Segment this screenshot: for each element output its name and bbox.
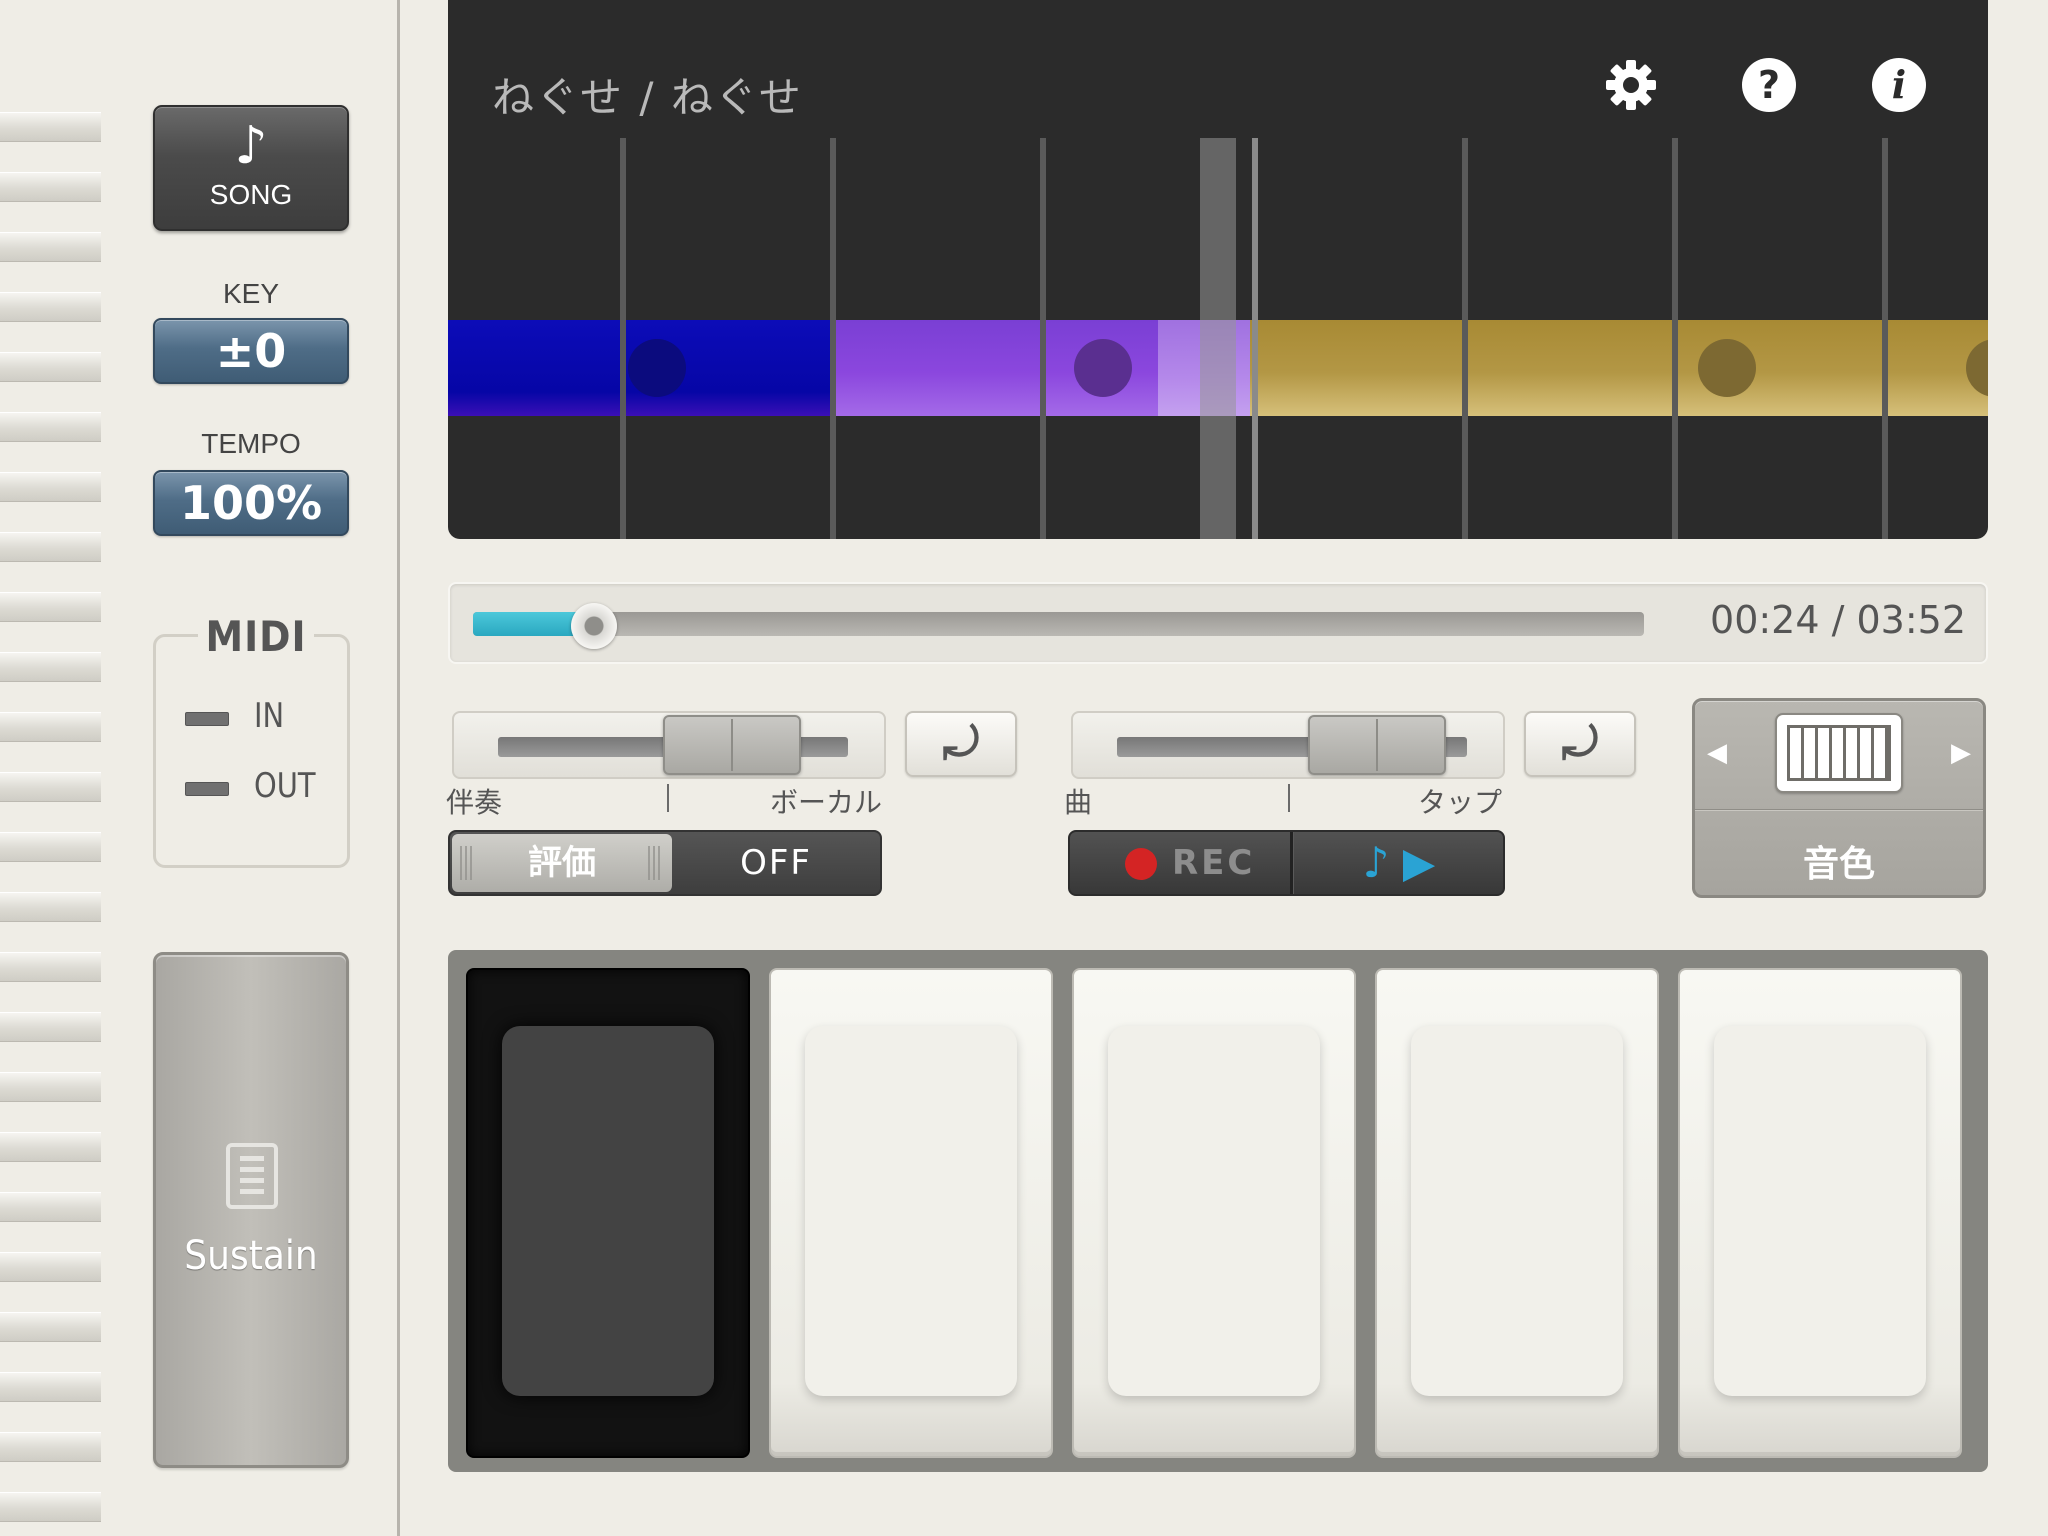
song-button-label: SONG — [209, 179, 293, 210]
voice-next-arrow-icon[interactable]: ▶ — [1949, 735, 1973, 771]
beat-dot — [1074, 339, 1132, 397]
tempo-value[interactable]: 100% — [153, 470, 349, 536]
center-tick — [1288, 784, 1290, 812]
voice-selector[interactable]: ◀ ▶ 音色 — [1692, 698, 1986, 898]
divider — [1695, 809, 1983, 811]
play-recording-button[interactable]: ♪ ▶ — [1294, 832, 1503, 894]
beat-line — [1672, 138, 1678, 539]
score-label: 評価 — [528, 843, 596, 883]
tempo-label: TEMPO — [201, 428, 301, 459]
balance-reset-button[interactable]: ⤾ — [1524, 711, 1636, 777]
pad-area — [448, 950, 1988, 1472]
help-icon[interactable]: ? — [1742, 58, 1796, 112]
slider-thumb[interactable] — [1308, 715, 1446, 775]
sustain-pedal-icon — [226, 1143, 278, 1209]
sustain-button[interactable]: Sustain — [153, 952, 349, 1468]
slider-thumb[interactable] — [663, 715, 801, 775]
rec-button[interactable]: REC — [1070, 832, 1290, 894]
beat-line — [1462, 138, 1468, 539]
vocal-label: ボーカル — [770, 786, 883, 819]
keyboard-icon — [1775, 713, 1903, 793]
song-tap-slider[interactable] — [1071, 711, 1505, 779]
keyboard-keys — [1787, 725, 1891, 781]
record-play-control: REC ♪ ▶ — [1068, 830, 1505, 896]
beat-dot — [628, 339, 686, 397]
pad-face — [1108, 1026, 1320, 1396]
note-bar — [1250, 320, 1988, 416]
music-note-icon: ♪ — [234, 116, 268, 176]
voice-label: 音色 — [1802, 844, 1875, 885]
pad-face — [1714, 1026, 1926, 1396]
score-state: OFF — [740, 843, 812, 883]
accompaniment-label: 伴奏 — [446, 786, 503, 819]
pad-3[interactable] — [1072, 968, 1356, 1458]
song-button[interactable]: ♪ SONG — [153, 105, 349, 231]
pad-4[interactable] — [1375, 968, 1659, 1458]
key-label: KEY — [222, 278, 280, 309]
info-icon[interactable]: i — [1872, 58, 1926, 112]
time-readout: 00:24 / 03:52 — [1710, 598, 1966, 642]
current-position-line — [1252, 138, 1258, 539]
midi-out-label: OUT — [254, 766, 316, 806]
pad-face — [1411, 1026, 1623, 1396]
pad-face — [805, 1026, 1017, 1396]
progress-knob[interactable] — [571, 603, 617, 649]
progress-track[interactable] — [473, 612, 1644, 636]
pad-1[interactable] — [466, 968, 750, 1458]
settings-gear-icon[interactable] — [1604, 58, 1658, 112]
score-toggle-knob[interactable]: 評価 — [452, 834, 672, 892]
midi-in-indicator — [185, 712, 229, 726]
midi-panel — [153, 634, 350, 868]
record-dot-icon — [1125, 848, 1157, 880]
pad-5[interactable] — [1678, 968, 1962, 1458]
grip-icon — [648, 846, 662, 880]
score-toggle[interactable]: 評価 OFF — [448, 830, 882, 896]
pad-2[interactable] — [769, 968, 1053, 1458]
beat-line — [830, 138, 836, 539]
midi-title: MIDI — [198, 612, 314, 661]
voice-prev-arrow-icon[interactable]: ◀ — [1705, 735, 1729, 771]
playhead — [1200, 138, 1236, 539]
song-label: 曲 — [1064, 786, 1093, 819]
midi-in-label: IN — [254, 696, 285, 736]
song-title: ねぐせ / ねぐせ — [492, 73, 803, 122]
center-tick — [667, 784, 669, 812]
balance-reset-button[interactable]: ⤾ — [905, 711, 1017, 777]
beat-dot — [1698, 339, 1756, 397]
beat-line — [620, 138, 626, 539]
pad-face — [502, 1026, 714, 1396]
tap-label: タップ — [1418, 786, 1503, 819]
key-value[interactable]: ±0 — [153, 318, 349, 384]
sustain-label: Sustain — [184, 1233, 318, 1279]
rec-label: REC — [1172, 843, 1256, 883]
beat-line — [1882, 138, 1888, 539]
beat-line — [1040, 138, 1046, 539]
midi-out-indicator — [185, 782, 229, 796]
accompaniment-vocal-slider[interactable] — [452, 711, 886, 779]
grip-icon — [460, 846, 474, 880]
note-display-screen: ねぐせ / ねぐせ ? i — [448, 0, 1988, 539]
